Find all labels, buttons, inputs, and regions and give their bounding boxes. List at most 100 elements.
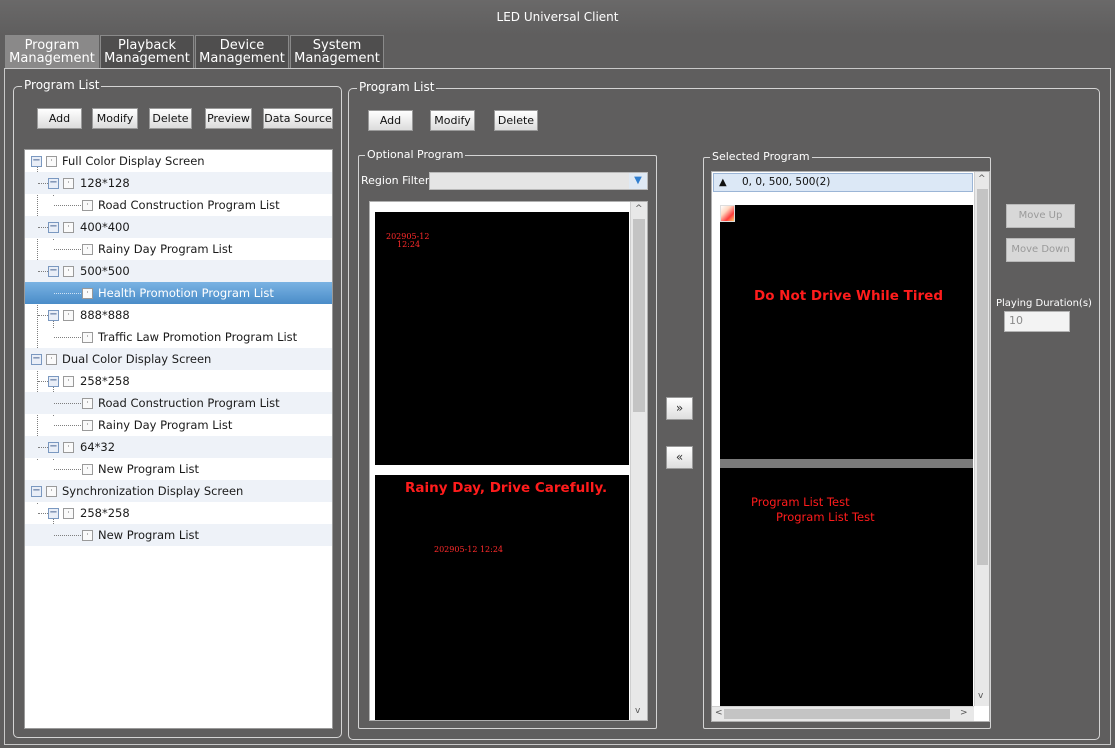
tab-label-line2: Management bbox=[9, 51, 95, 66]
collapse-icon[interactable]: − bbox=[48, 266, 59, 277]
tree-node-label: Traffic Law Promotion Program List bbox=[98, 330, 298, 344]
tree-node-fc-888[interactable]: − · 888*888 bbox=[25, 304, 332, 326]
region-header[interactable]: ▲ 0, 0, 500, 500(2) bbox=[713, 173, 973, 192]
tab-label-line2: Management bbox=[294, 51, 380, 66]
tree-node-dc-64[interactable]: − · 64*32 bbox=[25, 436, 332, 458]
remove-from-selected-button[interactable]: « bbox=[666, 446, 693, 469]
node-icon: · bbox=[63, 178, 74, 189]
tree-node-fc-888-traffic[interactable]: · Traffic Law Promotion Program List bbox=[25, 326, 332, 348]
tab-program-management[interactable]: Program Management bbox=[5, 35, 99, 68]
selected-list-hscrollbar[interactable]: < > bbox=[712, 706, 974, 721]
tree-node-sync[interactable]: − · Synchronization Display Screen bbox=[25, 480, 332, 502]
collapse-icon[interactable]: − bbox=[48, 310, 59, 321]
node-icon: · bbox=[46, 354, 57, 365]
tree-node-full-color[interactable]: − · Full Color Display Screen bbox=[25, 150, 332, 172]
selected-program-preview-2[interactable]: Program List Test Program List Test bbox=[720, 468, 973, 706]
optional-program-preview-2[interactable]: Rainy Day, Drive Carefully. 202905-12 12… bbox=[375, 475, 629, 720]
right-group-title: Program List bbox=[357, 80, 437, 94]
tree-node-fc-400-rainy[interactable]: · Rainy Day Program List bbox=[25, 238, 332, 260]
collapse-triangle-icon[interactable]: ▲ bbox=[719, 174, 727, 191]
optional-program-list[interactable]: 202905-12 12:24 Rainy Day, Drive Careful… bbox=[369, 201, 648, 721]
right-modify-button[interactable]: Modify bbox=[430, 110, 475, 131]
tab-playback-management[interactable]: Playback Management bbox=[100, 35, 194, 68]
tree-node-sync-258-new[interactable]: · New Program List bbox=[25, 524, 332, 546]
node-icon: · bbox=[82, 244, 93, 255]
scroll-right-icon[interactable]: > bbox=[960, 708, 968, 718]
collapse-icon[interactable]: − bbox=[48, 442, 59, 453]
tree-node-label: 888*888 bbox=[80, 308, 130, 322]
node-icon: · bbox=[82, 200, 93, 211]
scroll-thumb[interactable] bbox=[724, 709, 950, 719]
tree-node-label: Road Construction Program List bbox=[98, 396, 280, 410]
node-icon: · bbox=[63, 376, 74, 387]
node-icon: · bbox=[82, 332, 93, 343]
tree-node-dc-258[interactable]: − · 258*258 bbox=[25, 370, 332, 392]
scroll-left-icon[interactable]: < bbox=[715, 708, 723, 718]
optional-program-title: Optional Program bbox=[365, 148, 466, 161]
playing-duration-input[interactable]: 10 bbox=[1004, 311, 1070, 332]
collapse-icon[interactable]: − bbox=[31, 354, 42, 365]
node-icon: · bbox=[82, 530, 93, 541]
tree-node-fc-400[interactable]: − · 400*400 bbox=[25, 216, 332, 238]
program-tree[interactable]: − · Full Color Display Screen − · 128*12… bbox=[24, 149, 333, 729]
scroll-down-icon[interactable]: v bbox=[978, 691, 983, 701]
tree-node-sync-258[interactable]: − · 258*258 bbox=[25, 502, 332, 524]
scroll-up-icon[interactable]: ^ bbox=[635, 204, 643, 214]
collapse-icon[interactable]: − bbox=[48, 178, 59, 189]
collapse-icon[interactable]: − bbox=[48, 222, 59, 233]
tree-node-dual-color[interactable]: − · Dual Color Display Screen bbox=[25, 348, 332, 370]
optional-list-scrollbar[interactable]: ^ v bbox=[630, 202, 647, 720]
left-modify-button[interactable]: Modify bbox=[92, 108, 138, 129]
optional-program-preview-1[interactable]: 202905-12 12:24 bbox=[375, 212, 629, 465]
data-source-button[interactable]: Data Source bbox=[263, 108, 333, 129]
tab-label-line2: Management bbox=[199, 51, 285, 66]
selected-program-preview-1[interactable]: Do Not Drive While Tired bbox=[720, 205, 973, 459]
tree-node-label: New Program List bbox=[98, 528, 200, 542]
scroll-down-icon[interactable]: v bbox=[635, 706, 640, 716]
program-list-test-line2: Program List Test bbox=[776, 510, 875, 524]
collapse-icon[interactable]: − bbox=[48, 376, 59, 387]
scroll-up-icon[interactable]: ^ bbox=[978, 174, 986, 184]
tree-node-fc-128[interactable]: − · 128*128 bbox=[25, 172, 332, 194]
move-up-button[interactable]: Move Up bbox=[1006, 204, 1075, 228]
datetime-text: 202905-12 12:24 bbox=[434, 545, 504, 554]
move-down-button[interactable]: Move Down bbox=[1006, 238, 1075, 262]
rainy-day-text: Rainy Day, Drive Carefully. bbox=[405, 480, 608, 496]
collapse-icon[interactable]: − bbox=[31, 156, 42, 167]
tab-label-line2: Management bbox=[104, 51, 190, 66]
preview-button[interactable]: Preview bbox=[205, 108, 252, 129]
tree-node-label: Rainy Day Program List bbox=[98, 242, 233, 256]
node-icon: · bbox=[63, 222, 74, 233]
left-delete-button[interactable]: Delete bbox=[149, 108, 192, 129]
tree-node-label: 500*500 bbox=[80, 264, 130, 278]
tab-device-management[interactable]: Device Management bbox=[195, 35, 289, 68]
node-icon: · bbox=[46, 156, 57, 167]
collapse-icon[interactable]: − bbox=[31, 486, 42, 497]
selected-list-scrollbar[interactable]: ^ v bbox=[974, 172, 989, 706]
node-icon: · bbox=[82, 464, 93, 475]
scroll-thumb[interactable] bbox=[977, 189, 988, 565]
add-to-selected-button[interactable]: » bbox=[666, 397, 693, 420]
right-add-button[interactable]: Add bbox=[368, 110, 413, 131]
node-icon: · bbox=[63, 442, 74, 453]
left-add-button[interactable]: Add bbox=[37, 108, 82, 129]
selected-program-list[interactable]: ▲ 0, 0, 500, 500(2) Do Not Drive While T… bbox=[711, 171, 990, 722]
tree-node-dc-258-rainy[interactable]: · Rainy Day Program List bbox=[25, 414, 332, 436]
region-filter-label: Region Filter bbox=[361, 174, 430, 187]
tree-node-dc-258-road[interactable]: · Road Construction Program List bbox=[25, 392, 332, 414]
program-thumbnail-icon bbox=[720, 205, 735, 222]
tree-node-dc-64-new[interactable]: · New Program List bbox=[25, 458, 332, 480]
right-delete-button[interactable]: Delete bbox=[494, 110, 538, 131]
collapse-icon[interactable]: − bbox=[48, 508, 59, 519]
region-filter-select[interactable]: ▼ bbox=[429, 172, 648, 190]
tab-system-management[interactable]: System Management bbox=[290, 35, 384, 68]
scroll-thumb[interactable] bbox=[633, 219, 645, 412]
selected-program-title: Selected Program bbox=[710, 150, 812, 163]
left-group-title: Program List bbox=[22, 78, 102, 92]
node-icon: · bbox=[46, 486, 57, 497]
tree-node-label: 64*32 bbox=[80, 440, 116, 454]
tree-node-fc-500-health[interactable]: · Health Promotion Program List bbox=[25, 282, 332, 304]
tree-node-fc-500[interactable]: − · 500*500 bbox=[25, 260, 332, 282]
tree-node-fc-128-road[interactable]: · Road Construction Program List bbox=[25, 194, 332, 216]
chevron-down-icon[interactable]: ▼ bbox=[629, 173, 647, 189]
